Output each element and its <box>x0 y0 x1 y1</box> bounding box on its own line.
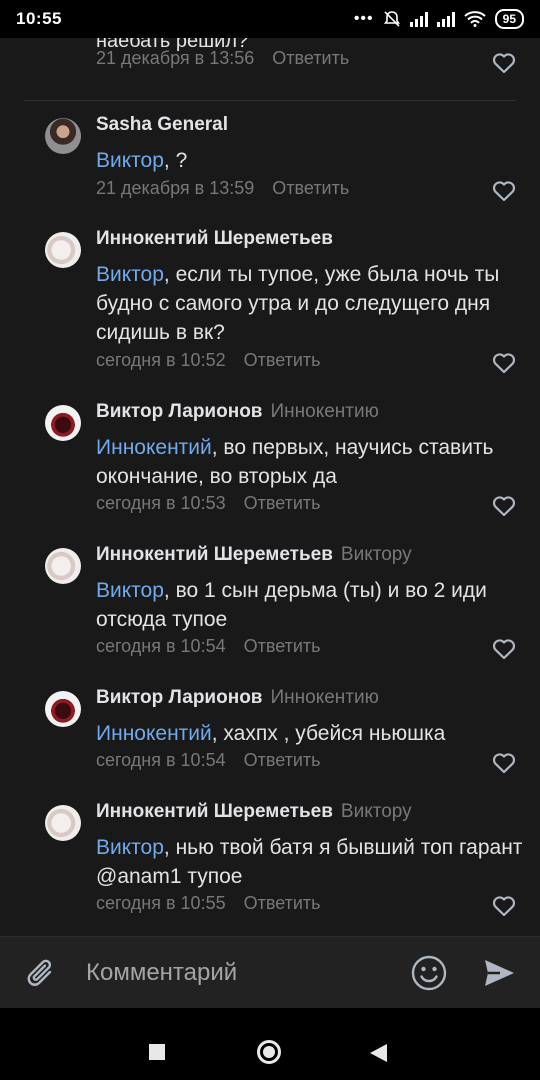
comment-date: 21 декабря в 13:59 <box>96 178 255 198</box>
reply-button[interactable]: Ответить <box>272 178 349 199</box>
comment-meta: сегодня в 10:54 Ответить <box>96 750 321 771</box>
smile-icon[interactable] <box>410 954 448 992</box>
like-heart-icon[interactable] <box>492 638 516 660</box>
mention-link[interactable]: Иннокентий <box>96 436 212 459</box>
comment-meta: сегодня в 10:53 Ответить <box>96 493 321 514</box>
reply-to[interactable]: Виктору <box>341 544 412 565</box>
mention-link[interactable]: Виктор <box>96 579 164 602</box>
comment-date: сегодня в 10:53 <box>96 493 226 513</box>
author-name[interactable]: Виктор Ларионов <box>96 687 262 708</box>
avatar[interactable] <box>45 548 81 584</box>
author-name[interactable]: Иннокентий Шереметьев <box>96 801 333 822</box>
comment-text: Виктор, если ты тупое, уже была ночь ты … <box>96 260 526 347</box>
signal-icon <box>409 11 428 27</box>
comment-body: , ? <box>163 149 188 172</box>
reply-button[interactable]: Ответить <box>244 636 321 657</box>
like-heart-icon[interactable] <box>492 895 516 917</box>
mention-link[interactable]: Виктор <box>96 263 164 286</box>
mute-bell-icon <box>383 11 400 27</box>
reply-button[interactable]: Ответить <box>272 48 349 69</box>
comment-text: Виктор, ? <box>96 146 526 175</box>
signal-2-icon <box>436 11 455 27</box>
paperclip-icon[interactable] <box>24 955 58 991</box>
comment-text: Иннокентий, хахпх , убейся ньюшка <box>96 719 526 748</box>
author-name[interactable]: Иннокентий Шереметьев <box>96 228 333 249</box>
reply-to[interactable]: Виктору <box>341 801 412 822</box>
avatar[interactable] <box>45 805 81 841</box>
comments-feed[interactable]: наебать решил? 21 декабря в 13:56 Ответи… <box>0 38 540 936</box>
reply-button[interactable]: Ответить <box>244 350 321 371</box>
comment-author[interactable]: Иннокентий Шереметьев <box>96 228 333 250</box>
author-name[interactable]: Иннокентий Шереметьев <box>96 544 333 565</box>
comment-input[interactable] <box>86 957 386 989</box>
author-name[interactable]: Sasha General <box>96 114 228 135</box>
more-notifications-icon: ••• <box>353 10 374 27</box>
send-icon[interactable] <box>482 957 516 989</box>
wifi-icon <box>463 11 486 27</box>
comment-author[interactable]: Виктор Ларионов Иннокентию <box>96 401 379 423</box>
comment-text: Виктор, во 1 сын дерьма (ты) и во 2 иди … <box>96 576 526 634</box>
avatar[interactable] <box>45 691 81 727</box>
home-icon[interactable] <box>257 1040 281 1064</box>
like-heart-icon[interactable] <box>492 180 516 202</box>
comment-date: сегодня в 10:55 <box>96 893 226 913</box>
comment-text: Виктор, нью твой батя я бывший топ гаран… <box>96 833 526 891</box>
comment-composer <box>0 936 540 1008</box>
reply-button[interactable]: Ответить <box>244 893 321 914</box>
comment-author[interactable]: Sasha General <box>96 114 228 136</box>
like-heart-icon[interactable] <box>492 352 516 374</box>
comment-meta: сегодня в 10:55 Ответить <box>96 893 321 914</box>
reply-to[interactable]: Иннокентию <box>270 687 378 708</box>
battery-icon: 95 <box>494 9 524 29</box>
comment-date: сегодня в 10:54 <box>96 750 226 770</box>
comment-meta: 21 декабря в 13:59 Ответить <box>96 178 349 199</box>
comment-date: 21 декабря в 13:56 <box>96 48 255 68</box>
back-icon[interactable] <box>370 1044 387 1062</box>
status-icons: ••• 95 <box>354 9 524 29</box>
author-name[interactable]: Виктор Ларионов <box>96 401 262 422</box>
mention-link[interactable]: Виктор <box>96 149 164 172</box>
comment-text: Иннокентий, во первых, научись ставить о… <box>96 433 526 491</box>
system-navigation-bar <box>0 1008 540 1080</box>
comment-author[interactable]: Иннокентий Шереметьев Виктору <box>96 544 412 566</box>
reply-button[interactable]: Ответить <box>244 750 321 771</box>
reply-to[interactable]: Иннокентию <box>270 401 378 422</box>
status-time: 10:55 <box>16 9 62 28</box>
avatar[interactable] <box>45 118 81 154</box>
comment-date: сегодня в 10:54 <box>96 636 226 656</box>
reply-button[interactable]: Ответить <box>244 493 321 514</box>
mention-link[interactable]: Виктор <box>96 836 164 859</box>
comment-author[interactable]: Виктор Ларионов Иннокентию <box>96 687 379 709</box>
like-heart-icon[interactable] <box>492 52 516 74</box>
comment-meta: сегодня в 10:52 Ответить <box>96 350 321 371</box>
comment-body: , хахпх , убейся ньюшка <box>211 722 446 745</box>
like-heart-icon[interactable] <box>492 752 516 774</box>
mention-link[interactable]: Иннокентий <box>96 722 212 745</box>
comment-meta: 21 декабря в 13:56 Ответить <box>96 48 349 69</box>
comment-date: сегодня в 10:52 <box>96 350 226 370</box>
recent-apps-icon[interactable] <box>149 1044 165 1060</box>
like-heart-icon[interactable] <box>492 495 516 517</box>
comment-author[interactable]: Иннокентий Шереметьев Виктору <box>96 801 412 823</box>
comment-meta: сегодня в 10:54 Ответить <box>96 636 321 657</box>
avatar[interactable] <box>45 232 81 268</box>
avatar[interactable] <box>45 405 81 441</box>
divider <box>24 100 516 101</box>
status-bar: 10:55 ••• 95 <box>0 0 540 38</box>
